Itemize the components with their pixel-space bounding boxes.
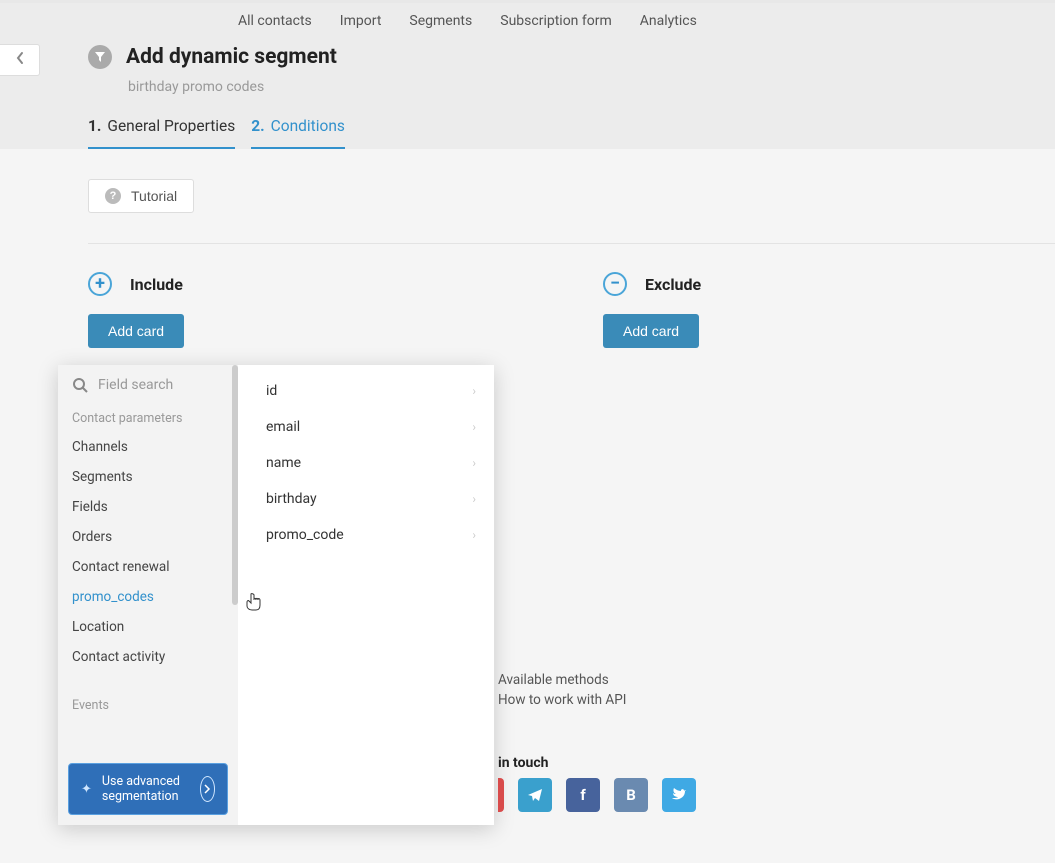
include-add-card-button[interactable]: Add card [88,314,184,348]
page-subtitle: birthday promo codes [88,79,1055,95]
category-fields[interactable]: Fields [58,492,238,522]
field-birthday[interactable]: birthday › [238,481,494,517]
field-picker-fields: id › email › name › birthday › promo_cod… [238,365,494,825]
tab-number: 1. [88,117,101,135]
step-tabs: 1. General Properties 2. Conditions [0,117,1055,149]
funnel-icon [88,45,112,69]
tab-label: General Properties [107,117,235,135]
include-title: Include [130,275,183,294]
category-contact-renewal[interactable]: Contact renewal [58,552,238,582]
tab-label: Conditions [271,117,345,135]
chevron-right-icon: › [472,384,476,398]
question-icon: ? [105,188,121,204]
social-telegram-icon[interactable] [518,778,552,812]
category-location[interactable]: Location [58,612,238,642]
social-row: f B [498,778,696,812]
exclude-title: Exclude [645,275,701,294]
category-promo-codes[interactable]: promo_codes [58,582,238,612]
field-label: promo_code [266,527,344,543]
category-orders[interactable]: Orders [58,522,238,552]
field-promo-code[interactable]: promo_code › [238,517,494,553]
header-region: All contacts Import Segments Subscriptio… [0,0,1055,149]
category-channels[interactable]: Channels [58,432,238,462]
field-label: email [266,419,300,435]
plus-icon: + [88,272,112,296]
arrow-right-icon [200,776,215,802]
footer-link-methods[interactable]: Available methods [498,670,626,690]
nav-segments[interactable]: Segments [409,13,472,29]
minus-icon: − [603,272,627,296]
chevron-right-icon: › [472,492,476,506]
exclude-add-card-button[interactable]: Add card [603,314,699,348]
group-events: Events [58,692,238,719]
search-placeholder: Field search [98,377,173,393]
field-id[interactable]: id › [238,373,494,409]
tab-number: 2. [251,117,264,135]
tab-conditions[interactable]: 2. Conditions [251,117,345,149]
field-label: name [266,455,301,471]
exclude-header: − Exclude [603,272,701,296]
social-icon-partial[interactable] [498,778,504,812]
page-title-row: Add dynamic segment [88,45,1055,69]
top-strip [0,0,1055,3]
scrollbar[interactable] [232,365,238,605]
tutorial-button[interactable]: ? Tutorial [88,179,194,213]
divider [88,243,1055,244]
exclude-section: − Exclude Add card [603,272,701,348]
back-button[interactable] [0,44,40,76]
chevron-right-icon: › [472,456,476,470]
nav-import[interactable]: Import [340,13,382,29]
field-picker-dropdown: Field search Contact parameters Channels… [58,365,494,825]
field-label: birthday [266,491,317,507]
include-header: + Include [88,272,184,296]
nav-subscription-form[interactable]: Subscription form [500,13,612,29]
footer-heading: in touch [498,753,626,774]
field-picker-categories: Field search Contact parameters Channels… [58,365,238,825]
field-name[interactable]: name › [238,445,494,481]
social-vk-icon[interactable]: B [614,778,648,812]
category-contact-activity[interactable]: Contact activity [58,642,238,672]
field-label: id [266,383,277,399]
field-search-input[interactable]: Field search [58,365,238,405]
promo-label: Use advanced segmentation [102,774,190,804]
chevron-right-icon: › [472,528,476,542]
page-header: Add dynamic segment birthday promo codes [0,39,1055,95]
nav-all-contacts[interactable]: All contacts [238,13,312,29]
field-email[interactable]: email › [238,409,494,445]
page-title: Add dynamic segment [126,45,337,69]
tab-general-properties[interactable]: 1. General Properties [88,117,235,149]
nav-analytics[interactable]: Analytics [640,13,697,29]
include-section: + Include Add card [88,272,184,348]
content-region: ? Tutorial + Include Add card − Exclude … [0,149,1055,244]
tutorial-label: Tutorial [131,188,177,204]
footer-link-api[interactable]: How to work with API [498,690,626,710]
advanced-segmentation-promo[interactable]: ✦ Use advanced segmentation [68,763,228,815]
category-segments[interactable]: Segments [58,462,238,492]
social-facebook-icon[interactable]: f [566,778,600,812]
chevron-right-icon: › [472,420,476,434]
top-nav: All contacts Import Segments Subscriptio… [0,3,1055,39]
search-icon [72,377,88,393]
footer-links: Available methods How to work with API i… [498,670,626,774]
sparkle-icon: ✦ [81,782,92,797]
social-twitter-icon[interactable] [662,778,696,812]
group-contact-parameters: Contact parameters [58,405,238,432]
chevron-left-icon [15,51,25,70]
